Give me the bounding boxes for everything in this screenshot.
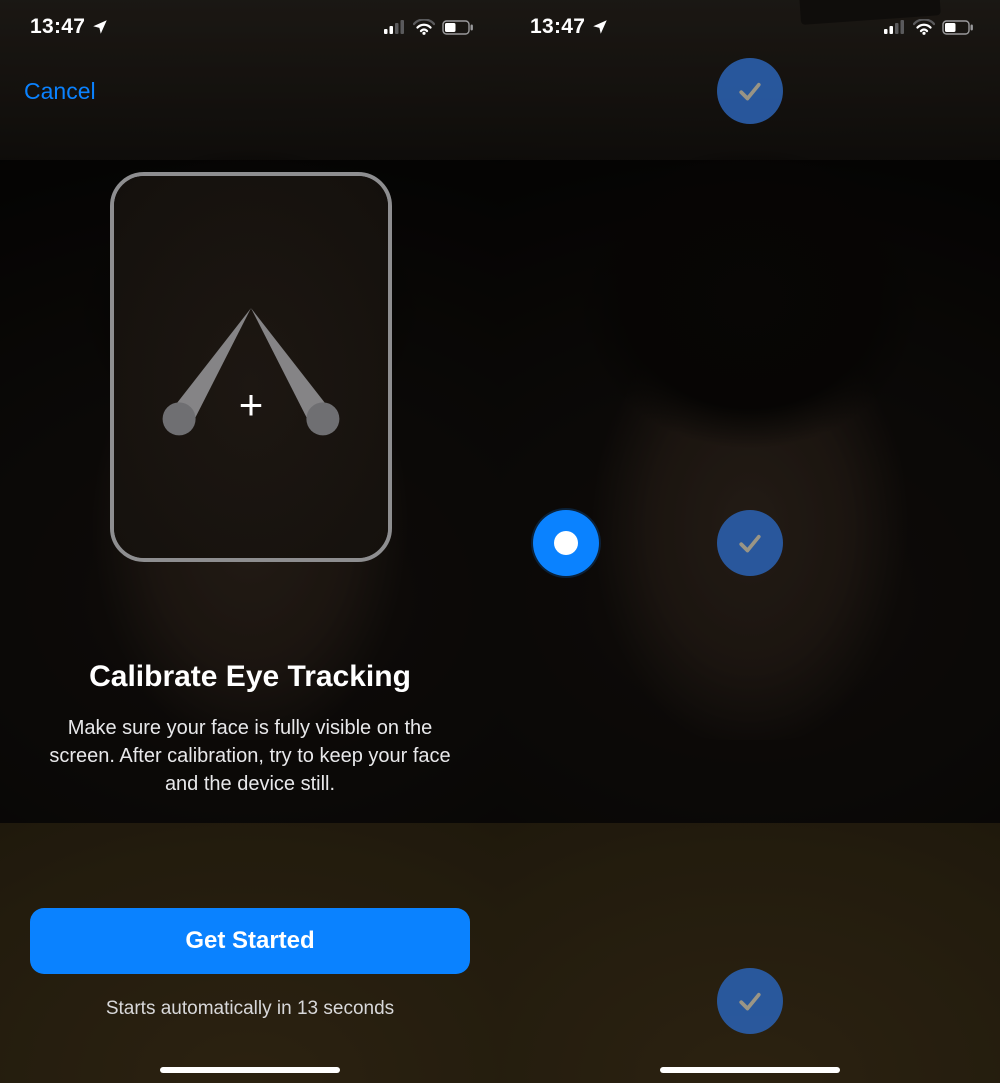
- cancel-button[interactable]: Cancel: [24, 78, 96, 105]
- center-cross-icon: +: [239, 384, 264, 426]
- home-indicator[interactable]: [660, 1067, 840, 1073]
- location-icon: [91, 18, 109, 36]
- get-started-button[interactable]: Get Started: [30, 908, 470, 974]
- check-icon: [735, 528, 765, 558]
- wifi-icon: [913, 19, 935, 35]
- location-icon: [591, 18, 609, 36]
- status-time: 13:47: [530, 15, 585, 39]
- face-guide-bg: [114, 176, 388, 558]
- check-icon: [735, 986, 765, 1016]
- auto-start-suffix: seconds: [318, 998, 394, 1019]
- auto-start-seconds: 13: [297, 998, 318, 1019]
- page-description: Make sure your face is fully visible on …: [36, 714, 464, 798]
- intro-text-block: Calibrate Eye Tracking Make sure your fa…: [36, 660, 464, 798]
- focus-dot-icon: [554, 531, 578, 555]
- check-icon: [735, 76, 765, 106]
- screen-calibration-in-progress: 13:47: [500, 0, 1000, 1083]
- battery-icon: [442, 20, 474, 35]
- cellular-signal-icon: [384, 20, 406, 34]
- home-indicator[interactable]: [160, 1067, 340, 1073]
- auto-start-countdown: Starts automatically in 13 seconds: [0, 998, 500, 1020]
- status-icons: [384, 19, 474, 35]
- auto-start-prefix: Starts automatically in: [106, 998, 297, 1019]
- calibration-point-bottom[interactable]: [717, 968, 783, 1034]
- status-time: 13:47: [30, 15, 85, 39]
- page-title: Calibrate Eye Tracking: [36, 660, 464, 694]
- wifi-icon: [413, 19, 435, 35]
- calibration-point-top[interactable]: [717, 58, 783, 124]
- cellular-signal-icon: [884, 20, 906, 34]
- status-icons: [884, 19, 974, 35]
- status-bar: 13:47: [500, 0, 1000, 54]
- calibration-point-left[interactable]: [533, 510, 599, 576]
- screen-calibration-intro: 13:47: [0, 0, 500, 1083]
- status-bar: 13:47: [0, 0, 500, 54]
- face-guide-frame: +: [110, 172, 392, 562]
- calibration-point-center[interactable]: [717, 510, 783, 576]
- battery-icon: [942, 20, 974, 35]
